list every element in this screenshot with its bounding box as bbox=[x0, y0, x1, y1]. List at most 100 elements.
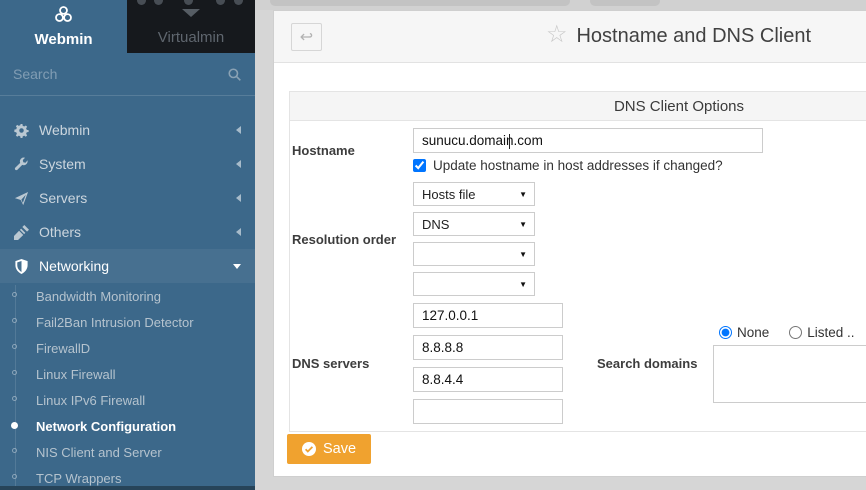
form-section-title: DNS Client Options bbox=[290, 92, 866, 121]
sidebar-item-label: Servers bbox=[39, 190, 87, 206]
bullet-icon bbox=[12, 292, 17, 297]
update-hostname-checkbox[interactable] bbox=[413, 159, 426, 172]
sidebar-menu: Webmin System Servers Others bbox=[0, 113, 255, 490]
dns-server-input-1[interactable] bbox=[413, 303, 563, 328]
dns-servers-label: DNS servers bbox=[292, 303, 413, 424]
sidebar-item-webmin[interactable]: Webmin bbox=[0, 113, 255, 147]
collapse-arrow-icon bbox=[236, 194, 241, 202]
tab-virtualmin[interactable]: Virtualmin bbox=[127, 0, 255, 53]
resolution-order-selects: Hosts file ▼ DNS ▼ ▼ ▼ bbox=[413, 182, 535, 296]
wrench-icon bbox=[14, 157, 29, 172]
radio-listed[interactable] bbox=[789, 326, 802, 339]
virtualmin-logo-dot bbox=[216, 0, 225, 5]
submenu-item-linux-ipv6-firewall[interactable]: Linux IPv6 Firewall bbox=[0, 387, 255, 413]
dns-server-input-2[interactable] bbox=[413, 335, 563, 360]
resolution-order-select-2[interactable]: DNS ▼ bbox=[413, 212, 535, 236]
select-value: DNS bbox=[422, 217, 449, 232]
sidebar: Webmin Virtualmin Webmin bbox=[0, 0, 255, 490]
radio-none-label: None bbox=[737, 325, 769, 340]
tab-webmin[interactable]: Webmin bbox=[0, 0, 127, 53]
bullet-icon bbox=[12, 396, 17, 401]
radio-none[interactable] bbox=[719, 326, 732, 339]
sidebar-item-label: Webmin bbox=[39, 122, 90, 138]
favorite-star-icon[interactable]: ☆ bbox=[546, 23, 568, 47]
virtualmin-logo-dot bbox=[234, 0, 243, 5]
submenu-item-network-configuration[interactable]: Network Configuration bbox=[0, 413, 255, 439]
resolution-order-select-4[interactable]: ▼ bbox=[413, 272, 535, 296]
gear-icon bbox=[14, 123, 29, 138]
title-wrap: ☆ Hostname and DNS Client bbox=[274, 11, 866, 62]
submenu-item-label: TCP Wrappers bbox=[36, 471, 122, 486]
select-arrow-icon: ▼ bbox=[519, 190, 527, 199]
bullet-icon bbox=[12, 318, 17, 323]
hostname-row: Hostname sunucu.domain.com Update hostna… bbox=[290, 128, 866, 173]
shield-icon bbox=[14, 259, 29, 274]
sidebar-item-label: Others bbox=[39, 224, 81, 240]
check-circle-icon bbox=[302, 442, 316, 456]
tab-webmin-label: Webmin bbox=[34, 31, 92, 48]
page-title: Hostname and DNS Client bbox=[576, 25, 811, 48]
dns-client-options-form: DNS Client Options Hostname sunucu.domai… bbox=[289, 91, 866, 432]
sidebar-search bbox=[0, 53, 255, 96]
hostname-value: sunucu.domain.com bbox=[422, 133, 543, 148]
dns-server-inputs bbox=[413, 303, 563, 424]
sidebar-item-label: Networking bbox=[39, 258, 109, 274]
virtualmin-logo-dot bbox=[184, 0, 193, 5]
submenu-item-label: NIS Client and Server bbox=[36, 445, 162, 460]
networking-submenu: Bandwidth Monitoring Fail2Ban Intrusion … bbox=[0, 283, 255, 490]
search-domains-label: Search domains bbox=[597, 356, 713, 371]
save-button-label: Save bbox=[323, 441, 356, 457]
dns-server-input-3[interactable] bbox=[413, 367, 563, 392]
submenu-item-bandwidth-monitoring[interactable]: Bandwidth Monitoring bbox=[0, 283, 255, 309]
dns-servers-row: DNS servers Search domains bbox=[290, 303, 866, 424]
update-hostname-checkbox-label: Update hostname in host addresses if cha… bbox=[433, 158, 723, 173]
select-value: Hosts file bbox=[422, 187, 475, 202]
search-input[interactable] bbox=[13, 66, 227, 82]
hostname-controls: sunucu.domain.com Update hostname in hos… bbox=[413, 128, 763, 173]
submenu-item-label: Linux IPv6 Firewall bbox=[36, 393, 145, 408]
save-button[interactable]: Save bbox=[287, 434, 371, 464]
select-arrow-icon: ▼ bbox=[519, 250, 527, 259]
dns-server-input-4[interactable] bbox=[413, 399, 563, 424]
product-tabs: Webmin Virtualmin bbox=[0, 0, 255, 53]
search-domains-option-none[interactable]: None bbox=[719, 325, 769, 340]
collapse-arrow-icon bbox=[236, 126, 241, 134]
webmin-logo-icon bbox=[54, 5, 73, 29]
sidebar-item-networking[interactable]: Networking bbox=[0, 249, 255, 283]
hostname-label: Hostname bbox=[292, 128, 413, 173]
search-icon[interactable] bbox=[227, 67, 242, 82]
main-area: ↩ ☆ Hostname and DNS Client DNS Client O… bbox=[255, 0, 866, 490]
bullet-icon bbox=[12, 474, 17, 479]
bullet-icon bbox=[11, 422, 18, 429]
resolution-order-label: Resolution order bbox=[292, 182, 413, 296]
submenu-item-firewalld[interactable]: FirewallD bbox=[0, 335, 255, 361]
search-domains-block: Search domains None Listed .. bbox=[597, 303, 866, 424]
search-domains-radios: None Listed .. bbox=[719, 325, 866, 340]
hostname-input[interactable]: sunucu.domain.com bbox=[413, 128, 763, 153]
search-domains-option-listed[interactable]: Listed .. bbox=[789, 325, 854, 340]
page-header: ↩ ☆ Hostname and DNS Client bbox=[274, 11, 866, 63]
resolution-order-select-3[interactable]: ▼ bbox=[413, 242, 535, 266]
submenu-item-nis-client-server[interactable]: NIS Client and Server bbox=[0, 439, 255, 465]
submenu-item-label: Network Configuration bbox=[36, 419, 176, 434]
select-arrow-icon: ▼ bbox=[519, 220, 527, 229]
decorative-blob bbox=[590, 0, 660, 6]
content-panel: ↩ ☆ Hostname and DNS Client DNS Client O… bbox=[273, 10, 866, 477]
sidebar-item-servers[interactable]: Servers bbox=[0, 181, 255, 215]
submenu-item-label: FirewallD bbox=[36, 341, 90, 356]
submenu-item-label: Fail2Ban Intrusion Detector bbox=[36, 315, 194, 330]
collapse-arrow-icon bbox=[236, 160, 241, 168]
sidebar-item-others[interactable]: Others bbox=[0, 215, 255, 249]
submenu-item-label: Linux Firewall bbox=[36, 367, 115, 382]
search-domains-textarea[interactable] bbox=[713, 345, 866, 403]
submenu-item-fail2ban[interactable]: Fail2Ban Intrusion Detector bbox=[0, 309, 255, 335]
resolution-order-row: Resolution order Hosts file ▼ DNS ▼ ▼ bbox=[290, 182, 866, 296]
virtualmin-logo-dot bbox=[137, 0, 146, 5]
sidebar-item-system[interactable]: System bbox=[0, 147, 255, 181]
submenu-item-linux-firewall[interactable]: Linux Firewall bbox=[0, 361, 255, 387]
radio-listed-label: Listed .. bbox=[807, 325, 854, 340]
resolution-order-select-1[interactable]: Hosts file ▼ bbox=[413, 182, 535, 206]
submenu-item-label: Bandwidth Monitoring bbox=[36, 289, 161, 304]
text-caret bbox=[509, 134, 510, 149]
expand-arrow-icon bbox=[233, 264, 241, 269]
